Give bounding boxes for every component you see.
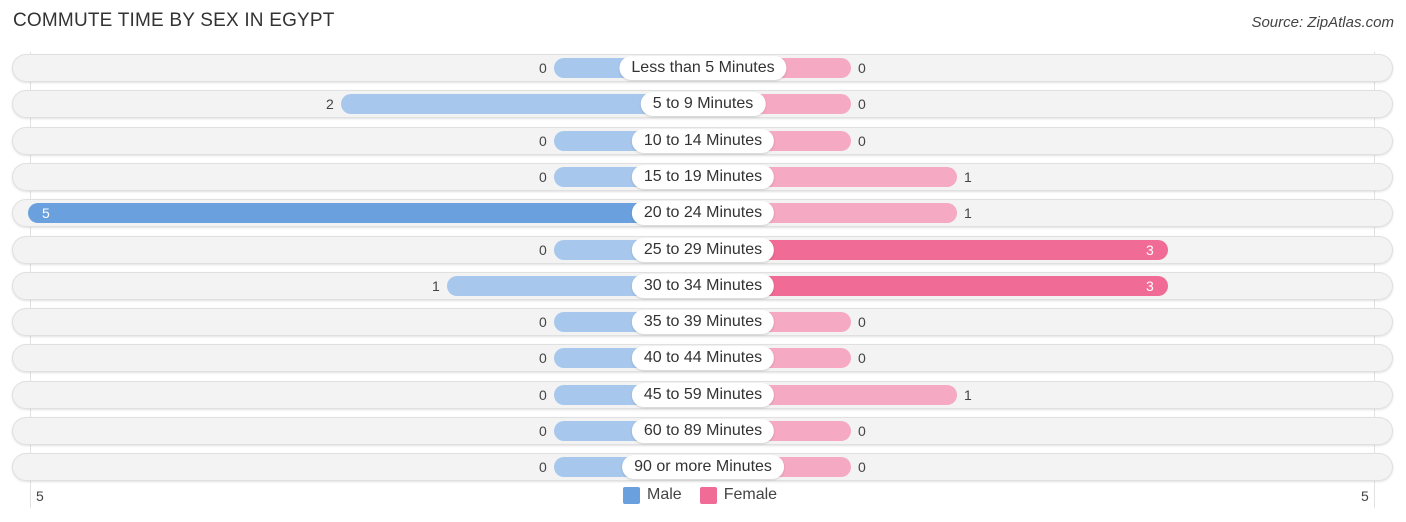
value-label-male: 0 (539, 168, 547, 185)
value-label-male: 0 (539, 241, 547, 258)
legend-item-male: Male (623, 486, 682, 504)
category-label: 25 to 29 Minutes (631, 237, 775, 262)
value-label-male: 0 (539, 60, 547, 76)
value-label-male: 5 (42, 205, 50, 222)
category-label: 20 to 24 Minutes (631, 201, 775, 226)
value-label-female: 3 (1146, 241, 1154, 258)
value-label-male: 0 (539, 350, 547, 367)
category-label: 15 to 19 Minutes (631, 164, 775, 189)
category-label: 5 to 9 Minutes (640, 92, 766, 117)
category-label: 45 to 59 Minutes (631, 382, 775, 407)
value-label-male: 0 (539, 423, 547, 439)
legend: Male Female (623, 486, 795, 504)
category-label: Less than 5 Minutes (619, 56, 787, 80)
value-label-male: 0 (539, 132, 547, 149)
category-label: 10 to 14 Minutes (631, 128, 775, 153)
value-label-male: 0 (539, 459, 547, 476)
legend-label-male: Male (647, 486, 682, 503)
value-label-male: 1 (432, 277, 440, 294)
value-label-female: 1 (964, 386, 972, 403)
category-label: 90 or more Minutes (622, 455, 784, 480)
bar-male (28, 203, 703, 224)
legend-swatch-male (623, 486, 640, 504)
chart-title: COMMUTE TIME BY SEX IN EGYPT (13, 10, 335, 31)
axis-label-left: 5 (36, 488, 44, 504)
value-label-female: 0 (858, 96, 866, 113)
value-label-male: 2 (326, 96, 334, 113)
value-label-female: 3 (1146, 277, 1154, 294)
category-label: 60 to 89 Minutes (631, 419, 775, 443)
legend-label-female: Female (723, 486, 778, 503)
value-label-male: 0 (539, 386, 547, 403)
axis-label-right: 5 (1361, 488, 1369, 504)
value-label-male: 0 (539, 314, 547, 331)
value-label-female: 0 (858, 423, 866, 439)
value-label-female: 1 (964, 205, 972, 222)
value-label-female: 0 (858, 459, 866, 476)
legend-swatch-female (699, 486, 717, 504)
value-label-female: 0 (858, 350, 866, 367)
value-label-female: 0 (858, 132, 866, 149)
category-label: 40 to 44 Minutes (631, 346, 775, 371)
source-label: Source: ZipAtlas.com (1251, 14, 1394, 31)
category-label: 35 to 39 Minutes (631, 310, 775, 335)
value-label-female: 0 (858, 60, 866, 76)
value-label-female: 1 (964, 168, 972, 185)
legend-item-female: Female (699, 486, 778, 504)
category-label: 30 to 34 Minutes (631, 273, 775, 298)
value-label-female: 0 (858, 314, 866, 331)
